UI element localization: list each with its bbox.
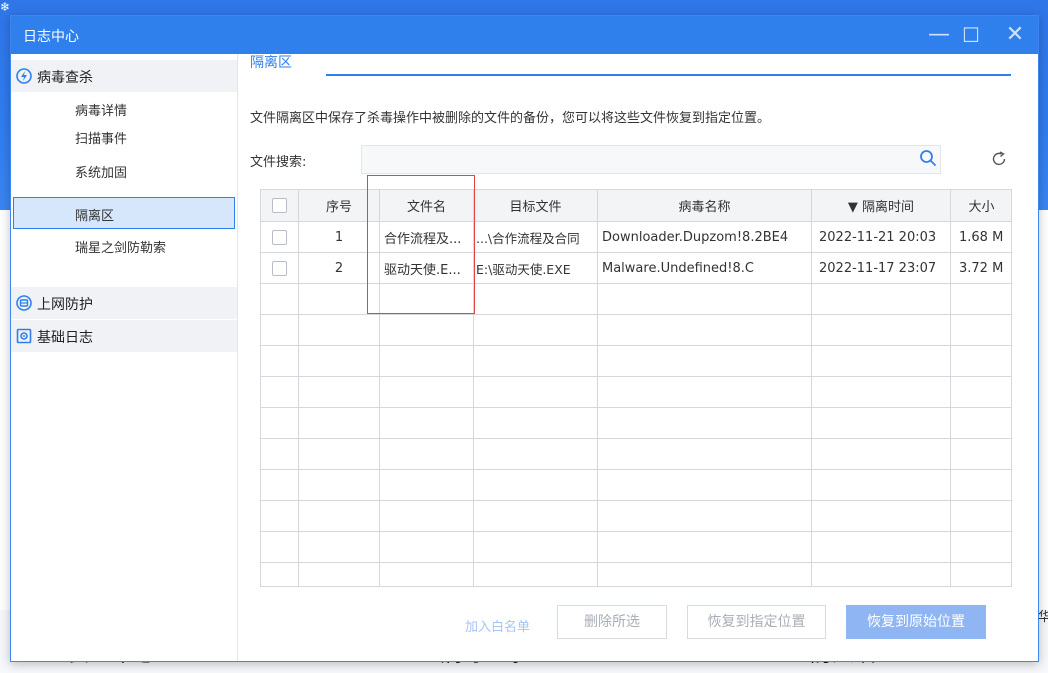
column-header-target[interactable]: 目标文件 [473, 190, 598, 222]
search-icon[interactable] [919, 149, 937, 167]
sidebar: 病毒查杀 病毒详情 扫描事件 系统加固 隔离区 瑞星之剑防勒索 上网防护 基础日… [11, 54, 238, 661]
sidebar-group-web-protection[interactable]: 上网防护 [11, 287, 237, 319]
sidebar-group-label: 病毒查杀 [37, 70, 93, 86]
row-virus-name: Malware.Undefined!8.C [597, 252, 812, 284]
empty-row [261, 531, 1011, 563]
search-input[interactable] [362, 146, 918, 173]
checkbox-icon[interactable] [272, 198, 287, 213]
sidebar-group-virus-scan[interactable]: 病毒查杀 [11, 60, 237, 92]
row-checkbox[interactable] [261, 252, 299, 284]
checkbox-icon[interactable] [272, 260, 287, 276]
sidebar-item-quarantine[interactable]: 隔离区 [13, 197, 235, 229]
close-button[interactable]: ✕ [1001, 21, 1029, 49]
row-size: 3.72 M [950, 252, 1011, 284]
empty-row [261, 562, 1011, 586]
empty-row [261, 500, 1011, 532]
basic-log-icon [16, 328, 32, 344]
table-header-row: 序号 文件名 目标文件 病毒名称 ▼ 隔离时间 大小 [261, 190, 1011, 222]
quarantine-description: 文件隔离区中保存了杀毒操作中被删除的文件的备份，您可以将这些文件恢复到指定位置。 [250, 111, 771, 126]
section-divider [326, 74, 1011, 76]
search-box [361, 145, 941, 174]
column-header-filename[interactable]: 文件名 [379, 190, 474, 222]
row-filename: 合作流程及... [379, 221, 474, 253]
sidebar-group-label: 基础日志 [37, 330, 93, 346]
row-virus-name: Downloader.Dupzom!8.2BE4 [597, 221, 812, 253]
quarantine-table: 序号 文件名 目标文件 病毒名称 ▼ 隔离时间 大小 1 合作流程及... ..… [260, 189, 1012, 587]
sidebar-item-scan-events[interactable]: 扫描事件 [13, 124, 235, 150]
sidebar-item-virus-details[interactable]: 病毒详情 [13, 92, 235, 124]
row-index: 2 [298, 252, 380, 284]
sidebar-group-label: 上网防护 [37, 297, 93, 313]
table-row[interactable]: 2 驱动天使.E... E:\驱动天使.EXE Malware.Undefine… [261, 252, 1011, 284]
empty-row [261, 283, 1011, 315]
sidebar-group-basic-log[interactable]: 基础日志 [11, 320, 237, 352]
virus-scan-icon [16, 68, 32, 84]
row-checkbox[interactable] [261, 221, 299, 253]
section-title: 隔离区 [250, 55, 292, 71]
delete-selected-button[interactable]: 删除所选 [557, 605, 667, 639]
sidebar-item-system-hardening[interactable]: 系统加固 [13, 150, 235, 182]
dialog-titlebar[interactable]: 日志中心 — ☐ ✕ [11, 16, 1038, 54]
row-filename: 驱动天使.E... [379, 252, 474, 284]
row-size: 1.68 M [950, 221, 1011, 253]
dialog-title: 日志中心 [23, 29, 79, 45]
sidebar-item-ransomware-protection[interactable]: 瑞星之剑防勒索 [13, 229, 235, 261]
checkbox-icon[interactable] [272, 229, 287, 245]
column-header-virus-name[interactable]: 病毒名称 [597, 190, 812, 222]
bg-cut-text: 华 [1038, 610, 1048, 625]
row-index: 1 [298, 221, 380, 253]
refresh-icon[interactable] [990, 150, 1008, 168]
empty-row [261, 469, 1011, 501]
search-label: 文件搜索: [250, 155, 307, 170]
maximize-button[interactable]: ☐ [957, 21, 985, 49]
empty-row [261, 438, 1011, 470]
restore-original-button[interactable]: 恢复到原始位置 [846, 605, 986, 639]
restore-to-location-button[interactable]: 恢复到指定位置 [687, 605, 826, 639]
minimize-button[interactable]: — [925, 21, 953, 49]
empty-row [261, 407, 1011, 439]
row-quarantine-time: 2022-11-17 23:07 [811, 252, 951, 284]
table-row[interactable]: 1 合作流程及... ...\合作流程及合同 Downloader.Dupzom… [261, 221, 1011, 253]
add-to-whitelist-link[interactable]: 加入白名单 [465, 616, 530, 635]
select-all-checkbox[interactable] [261, 190, 299, 222]
empty-row [261, 345, 1011, 377]
web-protection-icon [16, 295, 32, 311]
empty-row [261, 314, 1011, 346]
column-header-quarantine-time[interactable]: ▼ 隔离时间 [811, 190, 951, 222]
row-target: ...\合作流程及合同 [473, 221, 598, 253]
row-quarantine-time: 2022-11-21 20:03 [811, 221, 951, 253]
empty-row [261, 376, 1011, 408]
row-target: E:\驱动天使.EXE [473, 252, 598, 284]
column-header-index[interactable]: 序号 [298, 190, 380, 222]
app-logo-icon: ❄ [0, 0, 11, 14]
column-header-size[interactable]: 大小 [950, 190, 1011, 222]
